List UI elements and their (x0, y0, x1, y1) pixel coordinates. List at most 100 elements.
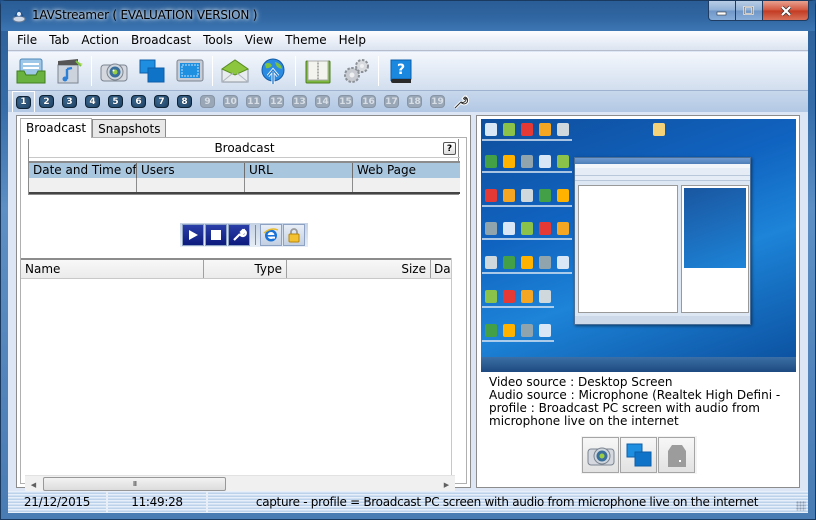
desktop-folder-icon (653, 123, 665, 136)
menu-file[interactable]: File (11, 31, 43, 50)
channel-tab-11[interactable]: 11 (242, 92, 265, 112)
desktop-shortcut-label (482, 340, 500, 342)
column-type[interactable]: Type (204, 260, 287, 278)
desktop-shortcut-icon (539, 256, 551, 269)
menu-tab[interactable]: Tab (43, 31, 75, 50)
stop-button[interactable] (205, 224, 227, 246)
windows-button[interactable] (133, 54, 171, 88)
column-users[interactable]: Users (137, 163, 245, 178)
close-button[interactable] (763, 1, 809, 21)
guide-button[interactable] (299, 54, 337, 88)
channel-tab-5[interactable]: 5 (104, 92, 127, 112)
scroll-thumb[interactable]: III (43, 477, 226, 491)
menu-tools[interactable]: Tools (197, 31, 239, 50)
publish-button[interactable] (254, 54, 292, 88)
title-bar[interactable]: 1AVStreamer ( EVALUATION VERSION ) (1, 1, 815, 31)
desktop-shortcut-label (500, 272, 518, 274)
desktop-shortcut-label (482, 139, 500, 141)
play-icon (189, 230, 198, 240)
column-web-page[interactable]: Web Page (353, 163, 460, 178)
broadcast-header: Broadcast ? (29, 139, 460, 158)
channel-tab-9[interactable]: 9 (196, 92, 219, 112)
column-date[interactable]: Da (431, 260, 451, 278)
menu-theme[interactable]: Theme (279, 31, 332, 50)
horizontal-scrollbar[interactable]: ◀ III ▶ (25, 475, 455, 492)
desktop-shortcut-label (500, 238, 518, 240)
screen-source-button[interactable] (620, 437, 657, 473)
channel-settings-button[interactable] (451, 92, 471, 112)
cell-url (245, 178, 353, 192)
menu-help[interactable]: Help (333, 31, 372, 50)
settings-button[interactable] (337, 54, 375, 88)
tab-snapshots[interactable]: Snapshots (92, 119, 167, 138)
tab-broadcast[interactable]: Broadcast (20, 118, 93, 138)
channel-tab-15[interactable]: 15 (334, 92, 357, 112)
broadcast-settings-button[interactable] (228, 224, 250, 246)
channel-tab-2[interactable]: 2 (35, 92, 58, 112)
channel-tab-14[interactable]: 14 (311, 92, 334, 112)
menu-broadcast[interactable]: Broadcast (125, 31, 197, 50)
maximize-icon (743, 5, 754, 15)
channel-tab-17[interactable]: 17 (380, 92, 403, 112)
column-url[interactable]: URL (245, 163, 353, 178)
maximize-button[interactable] (736, 1, 763, 21)
menu-view[interactable]: View (239, 31, 279, 50)
channel-number-badge: 12 (269, 95, 284, 108)
files-table-header: Name Type Size Da (21, 258, 451, 279)
resize-grip[interactable] (796, 501, 806, 511)
webcam-source-button[interactable] (582, 437, 619, 473)
channel-tab-7[interactable]: 7 (150, 92, 173, 112)
media-button[interactable] (50, 54, 88, 88)
gears-icon (344, 59, 369, 83)
menu-action[interactable]: Action (75, 31, 125, 50)
book-icon (305, 60, 331, 84)
open-browser-button[interactable] (260, 224, 282, 246)
security-button[interactable] (283, 224, 305, 246)
channel-tab-13[interactable]: 13 (288, 92, 311, 112)
channel-tab-19[interactable]: 19 (426, 92, 449, 112)
desktop-shortcut-label (518, 205, 536, 207)
channel-tab-18[interactable]: 18 (403, 92, 426, 112)
inbox-button[interactable] (12, 54, 50, 88)
channel-tab-16[interactable]: 16 (357, 92, 380, 112)
list-border (451, 258, 452, 476)
windows-icon (139, 59, 165, 83)
play-button[interactable] (182, 224, 204, 246)
desktop-shortcut-icon (539, 189, 551, 202)
desktop-shortcut-label (536, 340, 554, 342)
toolbar-separator (91, 56, 92, 86)
column-name[interactable]: Name (21, 260, 204, 278)
channel-number-badge: 16 (361, 95, 376, 108)
desktop-shortcut-icon (557, 123, 569, 136)
help-button[interactable]: ? (382, 54, 420, 88)
channel-tab-6[interactable]: 6 (127, 92, 150, 112)
channel-tab-1[interactable]: 1 (12, 91, 35, 112)
device-source-button[interactable] (658, 437, 695, 473)
desktop-shortcut-icon (503, 222, 515, 235)
globe-upload-icon (261, 58, 285, 84)
broadcast-help-button[interactable]: ? (443, 142, 456, 155)
desktop-shortcut-label (518, 306, 536, 308)
channel-tab-12[interactable]: 12 (265, 92, 288, 112)
column-size[interactable]: Size (287, 260, 431, 278)
minimize-button[interactable] (708, 1, 736, 21)
internet-explorer-icon (263, 228, 279, 242)
channel-tab-3[interactable]: 3 (58, 92, 81, 112)
menu-bar: File Tab Action Broadcast Tools View The… (8, 31, 808, 51)
channel-tab-10[interactable]: 10 (219, 92, 242, 112)
desktop-shortcut-label (518, 340, 536, 342)
channel-tab-4[interactable]: 4 (81, 92, 104, 112)
table-row[interactable] (29, 178, 460, 194)
media-clapper-icon (57, 59, 83, 84)
screen-region-button[interactable] (171, 54, 209, 88)
help-book-icon: ? (390, 59, 412, 83)
column-date-time[interactable]: Date and Time of (29, 163, 137, 178)
stop-icon (211, 230, 221, 240)
email-button[interactable] (216, 54, 254, 88)
webcam-button[interactable] (95, 54, 133, 88)
desktop-shortcut-icon (521, 222, 533, 235)
settings-wrench-icon (233, 228, 247, 241)
client-area: File Tab Action Broadcast Tools View The… (8, 31, 808, 513)
channel-number-badge: 11 (246, 95, 261, 108)
channel-tab-8[interactable]: 8 (173, 92, 196, 112)
